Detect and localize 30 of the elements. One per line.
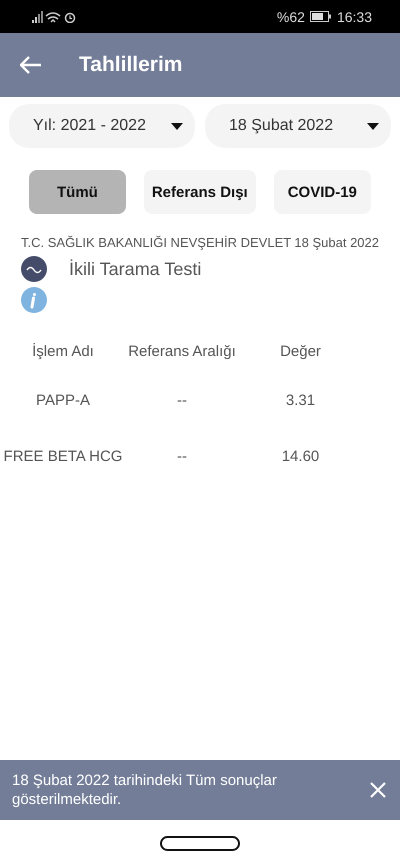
table-cell-text: 14.60 [280,446,320,466]
wave-icon [21,256,47,282]
page-title: Tahlillerim [79,53,182,77]
battery-percent: %62 [276,8,305,24]
column-header: İşlem Adı [31,342,95,362]
battery-icon [310,11,332,22]
table-cell-text: FREE BETA HCG [2,446,124,466]
info-icon[interactable] [21,287,47,313]
close-button[interactable] [370,782,386,798]
caret-icon [367,122,379,130]
column-header: Değer [279,342,322,362]
signal-wifi-alarm-icons [32,10,77,22]
institution-name: T.C. SAĞLIK BAKANLIĞI NEVŞEHİR DEVLET [21,235,292,250]
test-name: İkili Tarama Testi [69,258,202,280]
table-cell-text: PAPP-A [35,390,91,410]
table-cell-text: -- [176,390,188,410]
table-cell-text: -- [176,446,188,466]
dropdown[interactable]: 18 Şubat 2022 [205,104,391,148]
home-indicator[interactable] [160,836,240,850]
filter-tab[interactable]: COVID-19 [274,170,371,214]
dropdown[interactable]: Yıl: 2021 - 2022 [9,104,195,148]
clock: 16:33 [336,8,372,24]
result-date: 18 Şubat 2022 [294,235,379,250]
filter-tab[interactable]: Tümü [29,170,126,214]
back-button[interactable] [20,56,42,74]
table-cell-text: 3.31 [284,390,316,410]
filter-tab[interactable]: Referans Dışı [144,170,256,214]
caret-icon [171,122,183,130]
column-header: Referans Aralığı [127,342,237,362]
snackbar-message: 18 Şubat 2022 tarihindeki Tüm sonuçlar gösterilmektedir. [12,771,278,809]
